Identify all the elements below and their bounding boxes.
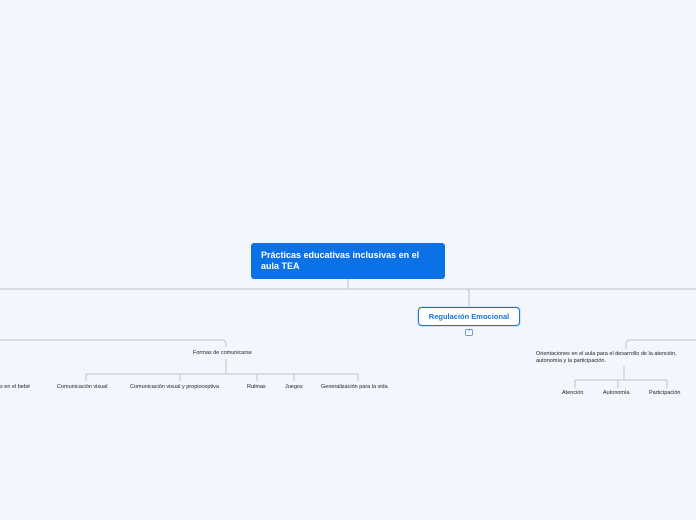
mind-map-canvas: Prácticas educativas inclusivas en el au…: [0, 0, 696, 520]
subtopic-participacion[interactable]: Participación: [649, 390, 681, 397]
subtopic-comunicacion-visual-propioceptiva[interactable]: Comunicación visual y propioceptiva: [130, 384, 219, 391]
root-topic-title: Prácticas educativas inclusivas en el au…: [261, 250, 420, 271]
subtopic-rutinas[interactable]: Rutinas: [247, 384, 266, 391]
subtopic-bebe[interactable]: s en el bebé: [0, 384, 30, 391]
topic-regulacion-emocional-label: Regulación Emocional: [428, 312, 510, 321]
root-topic[interactable]: Prácticas educativas inclusivas en el au…: [251, 243, 445, 279]
subtopic-formas-de-comunicarse[interactable]: Formas de comunicarse: [193, 350, 252, 357]
subtopic-orientaciones[interactable]: Orientaciones en el aula para el desarro…: [536, 351, 677, 365]
subtopic-orientaciones-line2: autonomía y la participación.: [536, 358, 607, 364]
subtopic-comunicacion-visual[interactable]: Comunicación visual: [57, 384, 107, 391]
subtopic-orientaciones-line1: Orientaciones en el aula para el desarro…: [536, 351, 677, 357]
topic-regulacion-emocional[interactable]: Regulación Emocional: [418, 307, 520, 326]
subtopic-juegos[interactable]: Juegos: [285, 384, 303, 391]
subtopic-autonomia[interactable]: Autonomía: [603, 390, 630, 397]
subtopic-generalizacion[interactable]: Generalización para la vida: [321, 384, 388, 391]
collapsed-children-count-badge[interactable]: 7: [465, 329, 473, 336]
subtopic-atencion[interactable]: Atención: [562, 390, 583, 397]
